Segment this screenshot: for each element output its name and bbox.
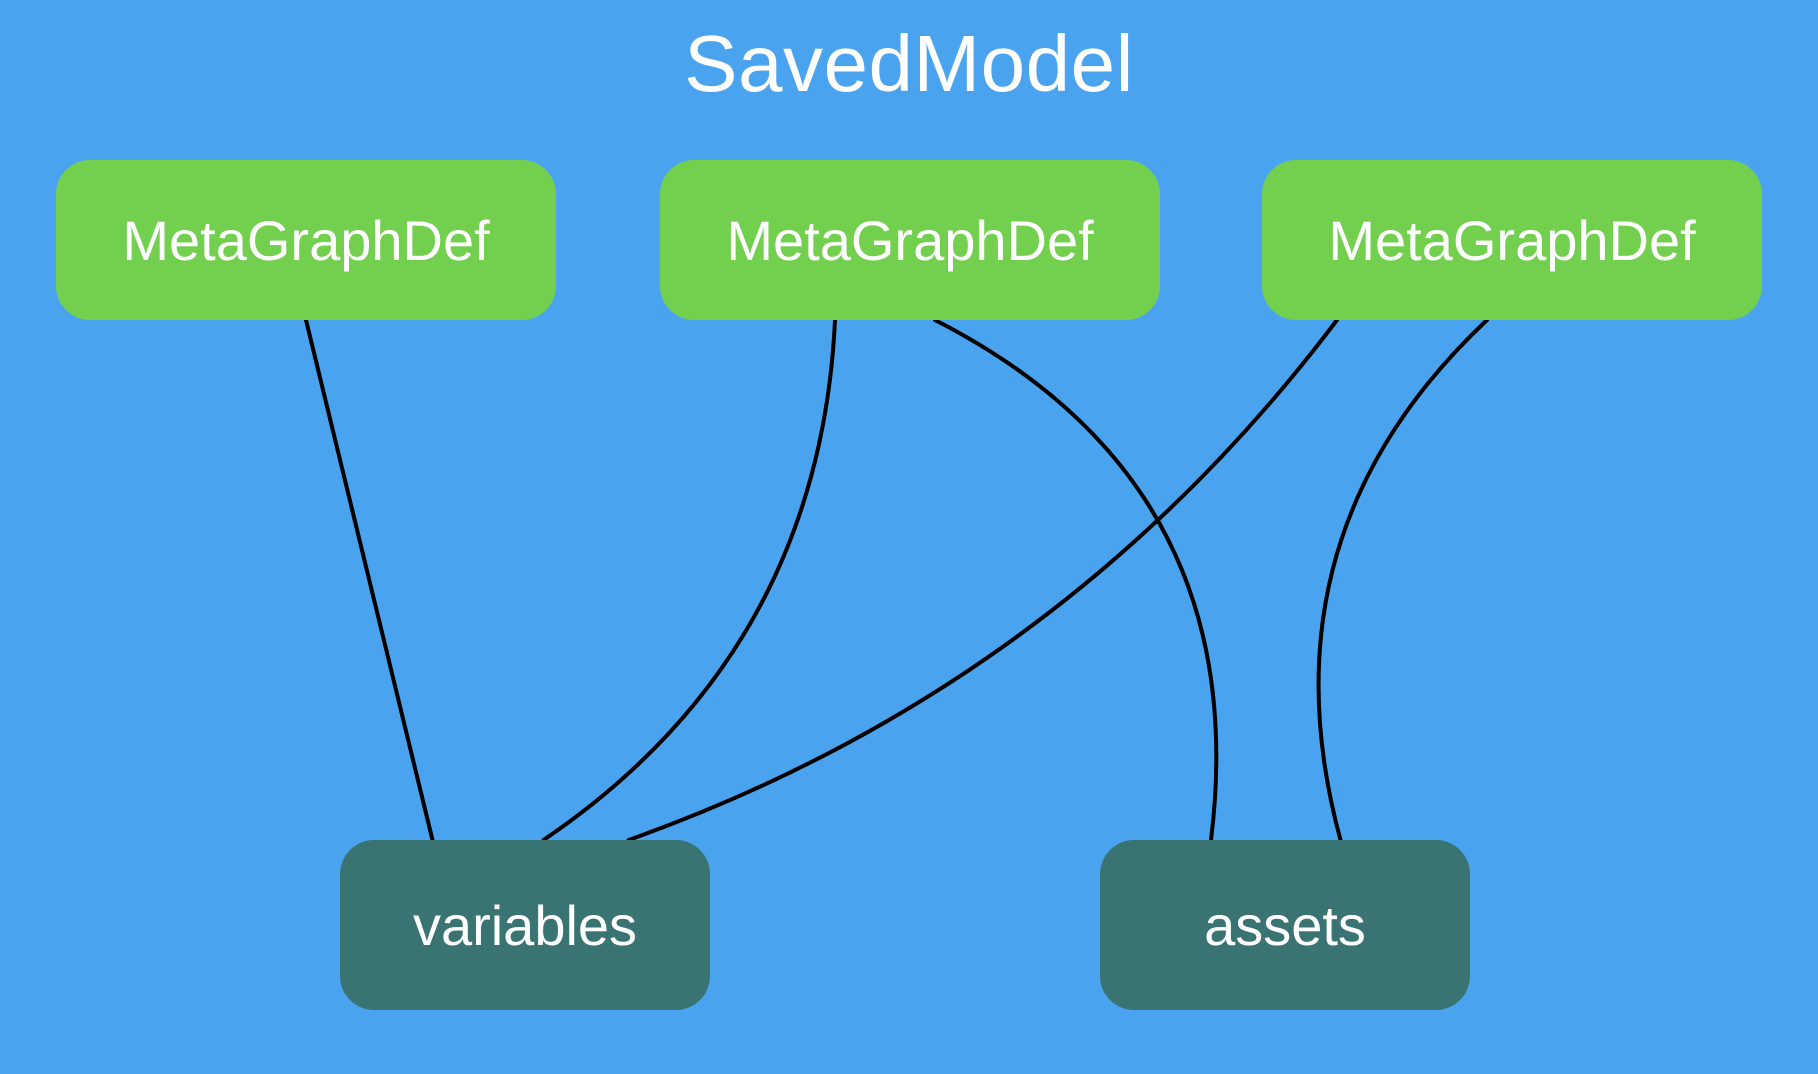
edge bbox=[629, 320, 1337, 840]
edge bbox=[1319, 320, 1487, 840]
node-label: MetaGraphDef bbox=[1328, 208, 1695, 273]
node-metagraphdef-3: MetaGraphDef bbox=[1262, 160, 1762, 320]
edge bbox=[306, 320, 433, 840]
node-label: MetaGraphDef bbox=[726, 208, 1093, 273]
node-variables: variables bbox=[340, 840, 710, 1010]
edge bbox=[544, 320, 836, 840]
node-label: variables bbox=[413, 893, 637, 958]
diagram-canvas: SavedModel MetaGraphDef MetaGraphDef Met… bbox=[0, 0, 1818, 1074]
node-metagraphdef-1: MetaGraphDef bbox=[56, 160, 556, 320]
node-assets: assets bbox=[1100, 840, 1470, 1010]
diagram-title: SavedModel bbox=[0, 18, 1818, 110]
node-metagraphdef-2: MetaGraphDef bbox=[660, 160, 1160, 320]
node-label: assets bbox=[1204, 893, 1366, 958]
node-label: MetaGraphDef bbox=[122, 208, 489, 273]
edge bbox=[935, 320, 1216, 840]
